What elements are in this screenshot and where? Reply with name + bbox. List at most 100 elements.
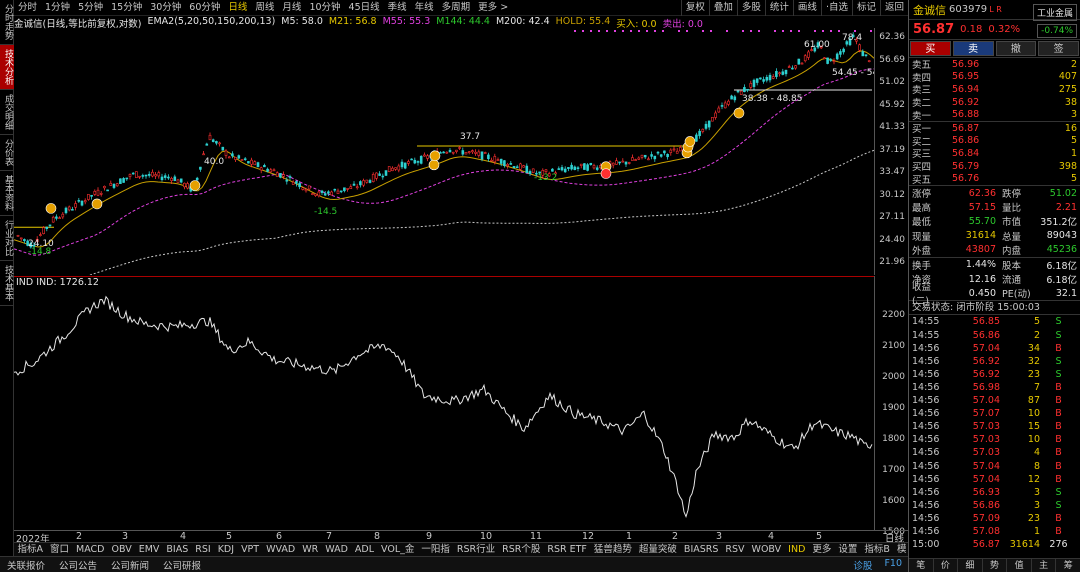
tool-button-3[interactable]: 统计 xyxy=(764,0,793,16)
bids-row[interactable]: 买四 56.79 398 xyxy=(909,160,1080,174)
status-link-3[interactable]: 公司研报 xyxy=(156,558,208,572)
panel-footer-tab-5[interactable]: 主 xyxy=(1032,559,1057,572)
stats1-value2: 51.02 xyxy=(1049,187,1077,199)
indicator-tab-4[interactable]: EMV xyxy=(135,543,163,556)
tool-button-4[interactable]: 画线 xyxy=(792,0,821,16)
tool-button-0[interactable]: 复权 xyxy=(680,0,709,16)
period-tab-11[interactable]: 季线 xyxy=(384,0,411,16)
candle-body xyxy=(823,57,826,60)
panel-footer-tab-2[interactable]: 细 xyxy=(958,559,983,572)
indicator-right-tab-0[interactable]: 指标B xyxy=(861,543,894,556)
period-tab-6[interactable]: 日线 xyxy=(224,0,251,16)
tick-time: 14:56 xyxy=(912,486,940,498)
left-tab-3[interactable]: 分价表 xyxy=(0,135,14,171)
panel-footer-tab-3[interactable]: 势 xyxy=(983,559,1008,572)
left-tab-1[interactable]: 技术分析 xyxy=(0,45,14,90)
indicator-tab-19[interactable]: 超量突破 xyxy=(635,543,680,556)
period-tab-5[interactable]: 60分钟 xyxy=(185,0,224,16)
left-tab-4[interactable]: 基本资料 xyxy=(0,171,14,216)
box-annotation: 38.38 - 48.85 xyxy=(742,94,803,104)
time-tick: 12 xyxy=(582,531,595,542)
asks-row[interactable]: 卖三 56.94 275 xyxy=(909,83,1080,97)
indicator-tab-2[interactable]: MACD xyxy=(73,543,108,556)
tick-price: 57.03 xyxy=(972,434,1000,446)
period-tab-3[interactable]: 15分钟 xyxy=(107,0,146,16)
indicator-tab-11[interactable]: WAD xyxy=(322,543,352,556)
period-tab-7[interactable]: 周线 xyxy=(251,0,278,16)
tool-button-5[interactable]: ·自选 xyxy=(820,0,852,16)
candle-body xyxy=(573,166,577,171)
indicator-tab-6[interactable]: RSI xyxy=(192,543,214,556)
indicator-chart[interactable] xyxy=(14,288,874,530)
indicator-tab-15[interactable]: RSR行业 xyxy=(453,543,498,556)
trade-button-3[interactable]: 签 xyxy=(1038,41,1079,56)
left-tab-2[interactable]: 成交明细 xyxy=(0,90,14,135)
candlestick-chart[interactable]: 24.10-14.840.0-14.537.7-13.238.38 - 48.8… xyxy=(14,28,874,275)
period-tab-2[interactable]: 5分钟 xyxy=(74,0,107,16)
indicator-tab-8[interactable]: VPT xyxy=(238,543,263,556)
trade-button-1[interactable]: 卖 xyxy=(952,41,994,56)
indicator-tab-24[interactable]: 更多 xyxy=(809,543,835,556)
candle-body xyxy=(749,83,753,88)
indicator-tab-3[interactable]: OBV xyxy=(108,543,135,556)
bids-row[interactable]: 买一 56.87 16 xyxy=(909,122,1080,136)
stats1-row: 现量 31614 总量 89043 xyxy=(909,229,1080,243)
panel-footer-tab-6[interactable]: 筹 xyxy=(1056,559,1080,572)
status-right-link-0[interactable]: 诊股 xyxy=(847,558,878,572)
left-tab-6[interactable]: 技术基本 xyxy=(0,261,14,306)
period-tab-1[interactable]: 1分钟 xyxy=(41,0,74,16)
asks-row[interactable]: 卖一 56.88 3 xyxy=(909,108,1080,122)
indicator-tab-13[interactable]: VOL_金 xyxy=(378,543,418,556)
indicator-tab-10[interactable]: WR xyxy=(299,543,322,556)
indicator-tab-5[interactable]: BIAS xyxy=(163,543,192,556)
candle-body xyxy=(375,172,378,179)
indicator-tab-25[interactable]: 设置 xyxy=(835,543,861,556)
tool-button-6[interactable]: 标记 xyxy=(851,0,880,16)
indicator-tab-1[interactable]: 窗口 xyxy=(47,543,73,556)
period-tab-4[interactable]: 30分钟 xyxy=(146,0,185,16)
tool-button-7[interactable]: 返回 xyxy=(879,0,908,16)
period-tab-14[interactable]: 更多 > xyxy=(474,0,512,16)
panel-footer-tab-0[interactable]: 笔 xyxy=(909,559,934,572)
indicator-tab-9[interactable]: WVAD xyxy=(263,543,299,556)
buy-signal-marker xyxy=(91,198,103,210)
period-tab-13[interactable]: 多周期 xyxy=(438,0,475,16)
tool-button-2[interactable]: 多股 xyxy=(736,0,765,16)
period-tab-12[interactable]: 年线 xyxy=(411,0,438,16)
indicator-tab-0[interactable]: 指标A xyxy=(14,543,47,556)
status-link-2[interactable]: 公司新闻 xyxy=(104,558,156,572)
period-tab-10[interactable]: 45日线 xyxy=(345,0,384,16)
indicator-tab-23[interactable]: IND xyxy=(785,543,809,556)
left-tab-0[interactable]: 分时走势 xyxy=(0,0,14,45)
trade-button-2[interactable]: 撤 xyxy=(995,41,1037,56)
indicator-tab-20[interactable]: BIASRS xyxy=(680,543,721,556)
asks-row[interactable]: 卖四 56.95 407 xyxy=(909,71,1080,84)
bids-row[interactable]: 买五 56.76 5 xyxy=(909,172,1080,186)
trade-button-0[interactable]: 买 xyxy=(910,41,951,56)
period-tab-8[interactable]: 月线 xyxy=(278,0,305,16)
left-tab-5[interactable]: 行业对比 xyxy=(0,216,14,261)
asks-row[interactable]: 卖五 56.96 2 xyxy=(909,58,1080,72)
status-right-link-1[interactable]: F10 xyxy=(878,558,908,572)
tool-button-1[interactable]: 叠加 xyxy=(708,0,737,16)
period-tab-0[interactable]: 分时 xyxy=(14,0,41,16)
panel-footer-tab-1[interactable]: 价 xyxy=(934,559,959,572)
bids-row[interactable]: 买二 56.86 5 xyxy=(909,135,1080,148)
sector-button[interactable]: 工业金属 xyxy=(1032,4,1077,21)
asks-row[interactable]: 卖二 56.92 38 xyxy=(909,96,1080,110)
period-tab-9[interactable]: 10分钟 xyxy=(305,0,344,16)
indicator-tab-17[interactable]: RSR ETF xyxy=(544,543,591,556)
time-tick: 7 xyxy=(326,531,333,542)
indicator-tab-21[interactable]: RSV xyxy=(722,543,748,556)
tick-list[interactable]: 14:55 56.85 5 S 14:55 56.86 2 S 14:56 57.04 34 B 14:… xyxy=(909,315,1080,551)
status-link-1[interactable]: 公司公告 xyxy=(52,558,104,572)
indicator-tab-14[interactable]: 一阳指 xyxy=(418,543,454,556)
status-link-0[interactable]: 关联报价 xyxy=(0,558,52,572)
indicator-tab-7[interactable]: KDJ xyxy=(214,543,237,556)
panel-footer-tab-4[interactable]: 值 xyxy=(1007,559,1032,572)
indicator-tab-16[interactable]: RSR个股 xyxy=(499,543,544,556)
bids-row[interactable]: 买三 56.84 1 xyxy=(909,147,1080,161)
indicator-tab-12[interactable]: ADL xyxy=(351,543,377,556)
indicator-tab-22[interactable]: WOBV xyxy=(748,543,785,556)
indicator-tab-18[interactable]: 猛兽趋势 xyxy=(590,543,635,556)
